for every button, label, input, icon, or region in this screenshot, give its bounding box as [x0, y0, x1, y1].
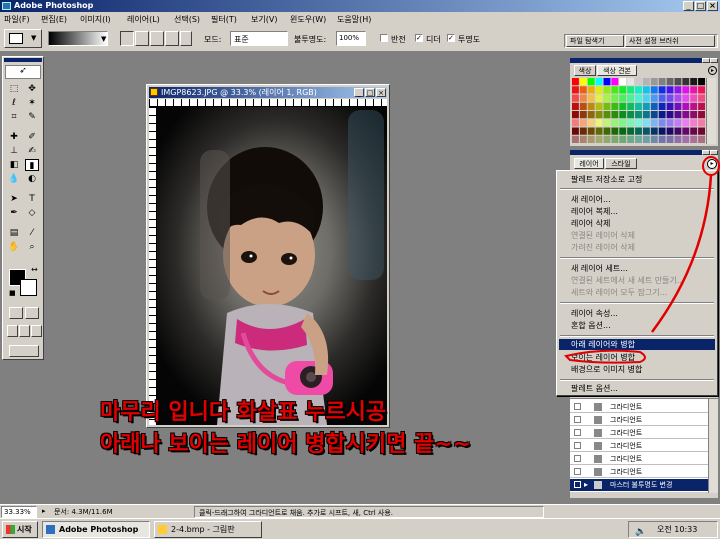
caption-line-2: 아래나 보이는 레이어 병합시키면 끝~~ [100, 432, 472, 457]
status-hint: 클릭-드래그하여 그라디언트로 채움. 추가로 시프트, 새, Ctrl 사용. [194, 506, 544, 518]
taskbar: 시작 Adobe Photoshop 2-4.bmp - 그림판 🔈 오전 10… [0, 518, 720, 539]
document-size: 문서: 4.3M/11.6M [54, 508, 113, 516]
annotation-circle [702, 156, 720, 176]
caption-line-1: 마무리 입니다 화살표 누르시공 [100, 400, 387, 425]
task-paint[interactable]: 2-4.bmp - 그림판 [154, 521, 262, 538]
paint-app-icon [158, 525, 167, 534]
photoshop-app-icon [46, 525, 55, 534]
status-bar: 33.33% ▸ 문서: 4.3M/11.6M 클릭-드래그하여 그라디언트로 … [0, 504, 720, 518]
annotation-arrow-line [650, 174, 713, 333]
clock: 오전 10:33 [657, 525, 698, 534]
red-annotation [564, 156, 720, 364]
task-photoshop[interactable]: Adobe Photoshop [42, 521, 150, 538]
speaker-icon[interactable]: 🔈 [635, 525, 646, 539]
system-tray: 🔈 오전 10:33 [628, 521, 718, 538]
zoom-field[interactable]: 33.33% [1, 506, 37, 518]
arrow-right-icon[interactable]: ▸ [42, 507, 46, 515]
annotation-underline [564, 349, 646, 364]
start-button[interactable]: 시작 [2, 521, 38, 538]
windows-logo-icon [6, 525, 15, 534]
